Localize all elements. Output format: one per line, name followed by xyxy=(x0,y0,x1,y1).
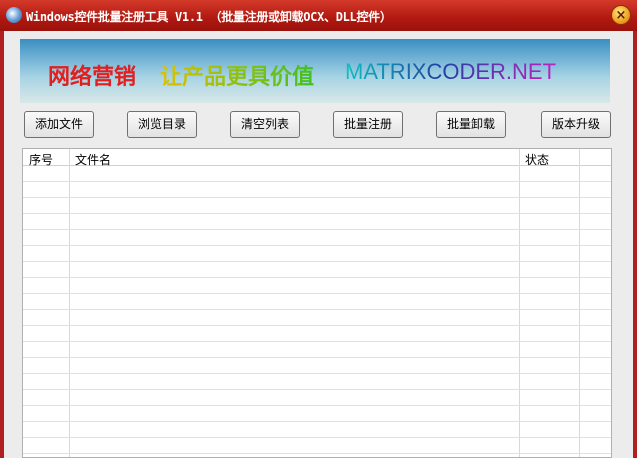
batch-unregister-button[interactable]: 批量卸载 xyxy=(436,111,506,138)
banner-text-1: 网络营销 xyxy=(48,65,137,90)
table-row[interactable] xyxy=(23,294,611,310)
table-row[interactable] xyxy=(23,278,611,294)
file-list-table[interactable]: 序号 文件名 状态 xyxy=(22,148,612,458)
banner-text-2: 让产品更具价值 xyxy=(160,59,314,91)
table-row[interactable] xyxy=(23,342,611,358)
client-area: 网络营销 让产品更具价值 MATRIXCODER.NET 添加文件 浏览目录 清… xyxy=(4,31,633,458)
add-files-button[interactable]: 添加文件 xyxy=(24,111,94,138)
clear-list-button[interactable]: 清空列表 xyxy=(230,111,300,138)
title-bar: Windows控件批量注册工具 V1.1 （批量注册或卸载OCX、DLL控件） … xyxy=(0,0,637,31)
browse-directory-button[interactable]: 浏览目录 xyxy=(127,111,197,138)
table-header: 序号 文件名 状态 xyxy=(23,149,611,167)
banner-image[interactable]: 网络营销 让产品更具价值 MATRIXCODER.NET xyxy=(20,39,610,103)
table-row[interactable] xyxy=(23,390,611,406)
table-row[interactable] xyxy=(23,422,611,438)
window-title: Windows控件批量注册工具 V1.1 （批量注册或卸载OCX、DLL控件） xyxy=(26,10,392,24)
version-upgrade-button[interactable]: 版本升级 xyxy=(541,111,611,138)
table-row[interactable] xyxy=(23,326,611,342)
banner-text-3: MATRIXCODER.NET xyxy=(345,59,557,84)
table-row[interactable] xyxy=(23,358,611,374)
table-row[interactable] xyxy=(23,214,611,230)
table-row[interactable] xyxy=(23,438,611,454)
app-icon xyxy=(6,7,22,23)
table-row[interactable] xyxy=(23,198,611,214)
table-row[interactable] xyxy=(23,230,611,246)
table-row[interactable] xyxy=(23,374,611,390)
table-row[interactable] xyxy=(23,182,611,198)
table-row[interactable] xyxy=(23,246,611,262)
table-row[interactable] xyxy=(23,310,611,326)
table-row[interactable] xyxy=(23,262,611,278)
table-row[interactable] xyxy=(23,166,611,182)
table-row[interactable] xyxy=(23,406,611,422)
batch-register-button[interactable]: 批量注册 xyxy=(333,111,403,138)
close-button[interactable]: × xyxy=(611,5,631,25)
